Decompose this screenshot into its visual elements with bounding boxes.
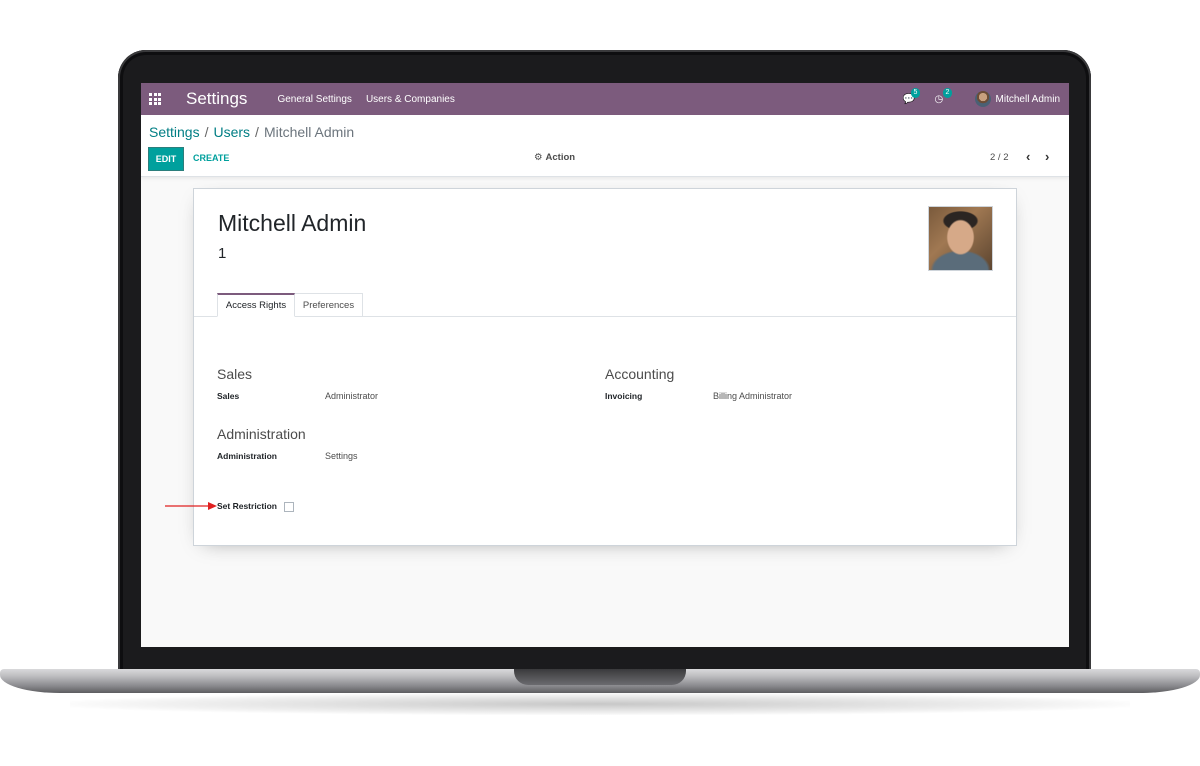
notebook-tabs: Access Rights Preferences	[194, 293, 1016, 317]
chevron-left-icon[interactable]: ‹	[1026, 149, 1030, 164]
menu-users-companies[interactable]: Users & Companies	[366, 94, 455, 105]
field-value-sales[interactable]: Administrator	[325, 391, 378, 401]
tab-preferences[interactable]: Preferences	[295, 293, 363, 317]
screen: Settings General Settings Users & Compan…	[141, 83, 1069, 647]
avatar	[974, 91, 991, 107]
user-name-field[interactable]: Mitchell Admin	[218, 210, 366, 237]
user-photo[interactable]	[928, 206, 993, 271]
app-menu: General Settings Users & Companies	[277, 94, 454, 105]
field-value-administration[interactable]: Settings	[325, 451, 358, 461]
messages-count-badge: 5	[910, 88, 921, 98]
menu-general-settings[interactable]: General Settings	[277, 94, 352, 105]
field-label-administration: Administration	[217, 451, 277, 461]
app-title[interactable]: Settings	[186, 89, 247, 109]
activities-count-badge: 2	[942, 88, 953, 98]
laptop-notch	[514, 669, 686, 685]
clock-icon: ◷	[934, 93, 944, 105]
breadcrumb-separator: /	[255, 124, 259, 140]
edit-button[interactable]: EDIT	[149, 148, 183, 170]
field-label-invoicing: Invoicing	[605, 391, 643, 401]
activities-button[interactable]: ◷ 2	[934, 88, 957, 106]
messages-button[interactable]: 💬 5	[903, 88, 925, 106]
breadcrumb-users[interactable]: Users	[213, 124, 250, 140]
action-dropdown[interactable]: ⚙ Action	[534, 152, 575, 163]
systray: 💬 5 ◷ 2 Mitchell Admin	[903, 88, 1060, 107]
chevron-right-icon[interactable]: ›	[1045, 149, 1049, 164]
field-value-invoicing[interactable]: Billing Administrator	[713, 391, 792, 401]
breadcrumb-current: Mitchell Admin	[263, 124, 355, 140]
form-sheet: Mitchell Admin 1 Access Rights Preferenc…	[193, 188, 1017, 546]
set-restriction-checkbox[interactable]	[284, 502, 294, 512]
create-button[interactable]: CREATE	[193, 153, 229, 163]
breadcrumb: Settings / Users / Mitchell Admin	[149, 124, 354, 140]
group-title-administration: Administration	[217, 426, 306, 442]
action-label: Action	[545, 152, 576, 163]
apps-menu-icon[interactable]	[149, 93, 161, 105]
top-navbar: Settings General Settings Users & Compan…	[141, 83, 1069, 115]
laptop-shadow	[70, 693, 1130, 715]
user-menu[interactable]: Mitchell Admin	[974, 91, 1060, 107]
tab-access-rights[interactable]: Access Rights	[217, 293, 295, 317]
breadcrumb-separator: /	[204, 124, 209, 140]
field-label-sales: Sales	[217, 391, 240, 401]
user-id-field[interactable]: 1	[218, 245, 226, 262]
gear-icon: ⚙	[534, 152, 543, 163]
group-title-accounting: Accounting	[605, 366, 675, 382]
breadcrumb-settings[interactable]: Settings	[149, 124, 200, 140]
user-name: Mitchell Admin	[995, 93, 1060, 105]
annotation-arrow	[165, 502, 217, 510]
control-panel: Settings / Users / Mitchell Admin EDIT C…	[141, 115, 1069, 177]
group-title-sales: Sales	[217, 366, 253, 382]
pager-value[interactable]: 2 / 2	[990, 152, 1009, 163]
set-restriction-label: Set Restriction	[217, 501, 277, 511]
